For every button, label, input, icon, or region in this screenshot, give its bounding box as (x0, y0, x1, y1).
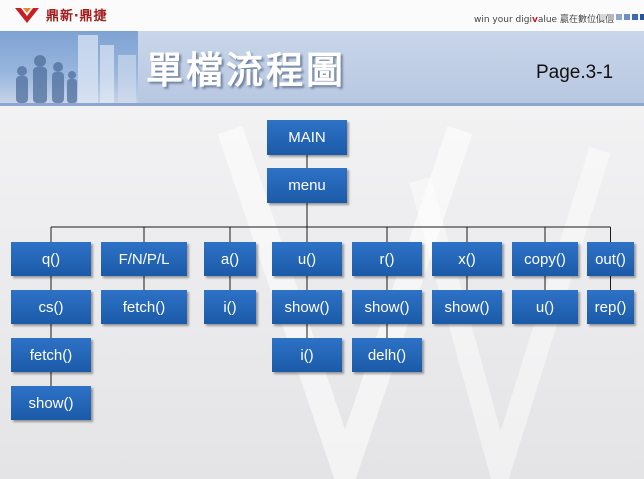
node-q-fetch: fetch() (11, 338, 91, 372)
node-x-show: show() (432, 290, 502, 324)
node-a: a() (204, 242, 256, 276)
node-copy-u: u() (512, 290, 578, 324)
node-r-show: show() (352, 290, 422, 324)
node-r-delh: delh() (352, 338, 422, 372)
node-x: x() (432, 242, 502, 276)
slide: 鼎新‧鼎捷 win your digivalue 贏在數位價值 單檔流程圖 Pa… (0, 0, 644, 479)
node-a-i: i() (204, 290, 256, 324)
node-u-i: i() (272, 338, 342, 372)
node-main: MAIN (267, 120, 347, 155)
node-f-n-p-l-fetch: fetch() (101, 290, 187, 324)
node-q-cs: cs() (11, 290, 91, 324)
connector-lines (50, 155, 611, 386)
node-q-show: show() (11, 386, 91, 420)
node-r: r() (352, 242, 422, 276)
node-copy: copy() (512, 242, 578, 276)
node-q: q() (11, 242, 91, 276)
node-u-show: show() (272, 290, 342, 324)
node-out: out() (587, 242, 634, 276)
node-u: u() (272, 242, 342, 276)
node-f-n-p-l: F/N/P/L (101, 242, 187, 276)
node-menu: menu (267, 168, 347, 203)
node-out-rep: rep() (587, 290, 634, 324)
